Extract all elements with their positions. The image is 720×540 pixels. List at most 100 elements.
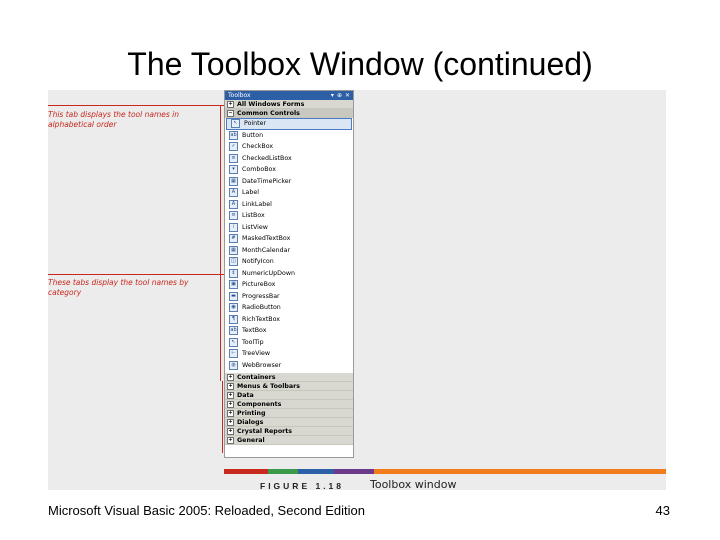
button-icon: ab <box>229 130 238 140</box>
expand-icon: + <box>227 418 234 426</box>
callout-line-bottom-bracket <box>222 381 223 453</box>
dropdown-icon[interactable]: ▾ <box>331 91 334 100</box>
figure-toolbox-window: This tab displays the tool names in alph… <box>48 90 666 491</box>
toolbox-item-checkedlistbox[interactable]: ≡ CheckedListBox <box>225 153 353 165</box>
page-number: 43 <box>655 503 670 518</box>
toolbox-item-linklabel[interactable]: A LinkLabel <box>225 199 353 211</box>
band-segment-green <box>268 469 298 474</box>
numericupdown-icon: ⇕ <box>229 268 238 278</box>
expand-icon: + <box>227 400 234 408</box>
tab-all-windows-forms-label: All Windows Forms <box>237 100 305 108</box>
band-segment-blue <box>298 469 334 474</box>
toolbox-category-tabs: + Containers + Menus & Toolbars + Data + Compon… <box>225 373 353 445</box>
toolbox-item-label: ListBox <box>242 212 265 219</box>
toolbox-item-label: Label <box>242 189 259 196</box>
toolbox-item-label: RadioButton <box>242 304 281 311</box>
close-icon[interactable]: ✕ <box>345 91 350 100</box>
toolbox-item-textbox[interactable]: ab TextBox <box>225 325 353 337</box>
checkbox-icon: ✓ <box>229 142 238 152</box>
toolbox-item-listbox[interactable]: ≡ ListBox <box>225 210 353 222</box>
footer-text: Microsoft Visual Basic 2005: Reloaded, S… <box>48 503 366 518</box>
toolbox-item-label: PictureBox <box>242 281 276 288</box>
toolbox-item-list: ↖ Pointer ab Button ✓ CheckBox ≡ CheckedListBox… <box>225 118 353 371</box>
toolbox-item-label: NumericUpDown <box>242 269 295 277</box>
label-icon: A <box>229 188 238 198</box>
tab-category-label: Components <box>237 400 282 408</box>
toolbox-item-label: TextBox <box>242 327 267 334</box>
notifyicon-icon: ◫ <box>229 257 238 267</box>
pin-icon[interactable]: ⊕ <box>337 91 342 100</box>
tab-common-controls-label: Common Controls <box>237 109 300 117</box>
treeview-icon: ⊢ <box>229 349 238 359</box>
tab-category-label: Containers <box>237 373 276 381</box>
picturebox-icon: ▣ <box>229 280 238 290</box>
toolbox-item-label: MonthCalendar <box>242 246 291 254</box>
toolbox-item-pointer[interactable]: ↖ Pointer <box>226 118 352 130</box>
tab-category-label: General <box>237 436 265 444</box>
textbox-icon: ab <box>229 326 238 336</box>
radiobutton-icon: ◉ <box>229 303 238 313</box>
expand-icon: + <box>227 427 234 435</box>
toolbox-item-datetimepicker[interactable]: ▦ DateTimePicker <box>225 176 353 188</box>
expand-icon: + <box>227 391 234 399</box>
toolbox-item-label: DateTimePicker <box>242 177 292 185</box>
tab-category-label: Crystal Reports <box>237 427 293 435</box>
tab-category-label: Menus & Toolbars <box>237 382 301 390</box>
toolbox-item-label: ListView <box>242 223 268 231</box>
toolbox-item-tooltip[interactable]: ↖ ToolTip <box>225 337 353 349</box>
band-segment-red <box>224 469 268 474</box>
toolbox-window: Toolbox ▾ ⊕ ✕ + All Windows Forms − Comm… <box>224 90 354 458</box>
toolbox-item-maskedtextbox[interactable]: # MaskedTextBox <box>225 233 353 245</box>
toolbox-item-label: CheckBox <box>242 143 274 150</box>
toolbox-item-checkbox[interactable]: ✓ CheckBox <box>225 141 353 153</box>
tab-category-label: Data <box>237 391 254 399</box>
tab-category-label: Dialogs <box>237 418 264 426</box>
datetimepicker-icon: ▦ <box>229 176 238 186</box>
tab-category-general[interactable]: + General <box>225 436 353 445</box>
slide-title: The Toolbox Window (continued) <box>127 46 593 82</box>
toolbox-item-label: LinkLabel <box>242 200 272 208</box>
toolbox-item-button[interactable]: ab Button <box>225 130 353 142</box>
toolbox-item-label[interactable]: A Label <box>225 187 353 199</box>
linklabel-icon: A <box>229 199 238 209</box>
toolbox-item-richtextbox[interactable]: ¶ RichTextBox <box>225 314 353 326</box>
toolbox-item-listview[interactable]: ⁞ ListView <box>225 222 353 234</box>
toolbox-item-treeview[interactable]: ⊢ TreeView <box>225 348 353 360</box>
expand-icon: + <box>227 409 234 417</box>
toolbox-item-notifyicon[interactable]: ◫ NotifyIcon <box>225 256 353 268</box>
callout-by-category: These tabs display the tool names by cat… <box>48 278 189 297</box>
tab-common-controls[interactable]: − Common Controls <box>225 109 353 118</box>
toolbox-item-label: RichTextBox <box>242 315 281 323</box>
toolbox-item-label: ProgressBar <box>242 292 280 300</box>
collapse-icon: − <box>227 109 234 117</box>
toolbox-item-label: ComboBox <box>242 166 276 173</box>
toolbox-item-picturebox[interactable]: ▣ PictureBox <box>225 279 353 291</box>
toolbox-item-combobox[interactable]: ▾ ComboBox <box>225 164 353 176</box>
toolbox-item-label: CheckedListBox <box>242 154 292 162</box>
maskedtextbox-icon: # <box>229 234 238 244</box>
toolbox-item-label: ToolTip <box>242 338 264 346</box>
listbox-icon: ≡ <box>229 211 238 221</box>
figure-caption: Toolbox window <box>370 478 457 491</box>
toolbox-item-label: Pointer <box>244 120 267 127</box>
pointer-icon: ↖ <box>231 119 240 129</box>
toolbox-item-webbrowser[interactable]: ◍ WebBrowser <box>225 360 353 372</box>
toolbox-item-progressbar[interactable]: ▬ ProgressBar <box>225 291 353 303</box>
webbrowser-icon: ◍ <box>229 360 238 370</box>
expand-icon: + <box>227 382 234 390</box>
progressbar-icon: ▬ <box>229 291 238 301</box>
toolbox-item-numericupdown[interactable]: ⇕ NumericUpDown <box>225 268 353 280</box>
toolbox-item-label: WebBrowser <box>242 361 282 369</box>
callout-line-bottom <box>48 274 224 275</box>
callout-line-top <box>48 105 224 106</box>
toolbox-item-label: MaskedTextBox <box>242 235 291 242</box>
toolbox-item-label: NotifyIcon <box>242 258 274 265</box>
expand-icon: + <box>227 100 234 108</box>
listview-icon: ⁞ <box>229 222 238 232</box>
monthcalendar-icon: ▦ <box>229 245 238 255</box>
figure-label: FIGURE 1.18 <box>260 481 345 491</box>
callout-line-top-bracket <box>220 105 221 381</box>
toolbox-item-monthcalendar[interactable]: ▦ MonthCalendar <box>225 245 353 257</box>
callout-alphabetical: This tab displays the tool names in alph… <box>48 110 179 129</box>
toolbox-item-radiobutton[interactable]: ◉ RadioButton <box>225 302 353 314</box>
